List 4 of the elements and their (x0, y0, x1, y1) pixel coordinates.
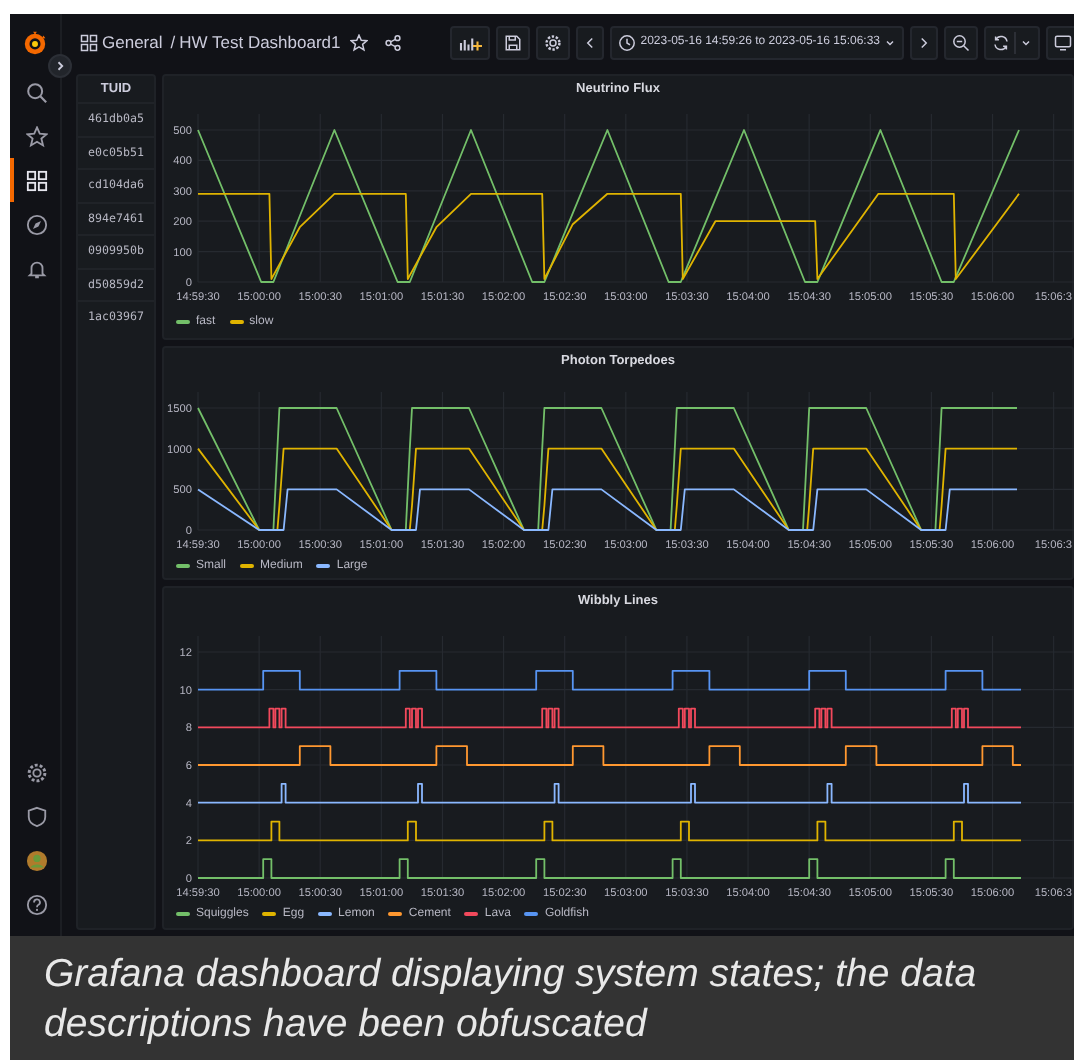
dashboard-title: HW Test Dashboard1 (179, 32, 341, 52)
caption-text: Grafana dashboard displaying system states; the data descriptions have been obfuscated (44, 950, 979, 1050)
breadcrumb-separator: / (170, 32, 176, 52)
folder-link[interactable]: General (102, 32, 163, 52)
